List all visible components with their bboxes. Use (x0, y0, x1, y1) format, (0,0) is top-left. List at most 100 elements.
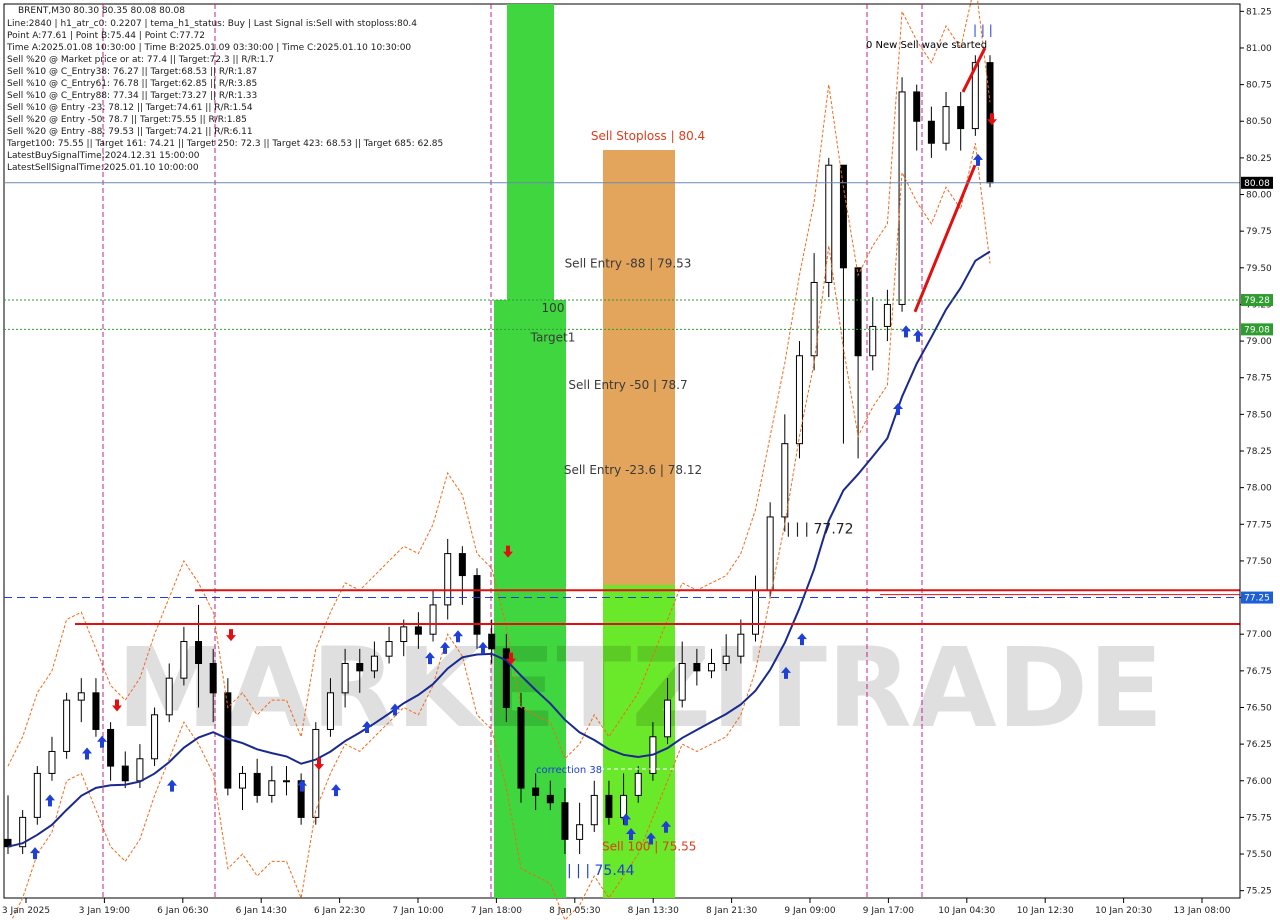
info-line: Point A:77.61 | Point B:75.44 | Point C:… (7, 31, 205, 41)
x-tick-label: 9 Jan 09:00 (784, 906, 836, 916)
correction-38-label: correction 38 (536, 765, 602, 776)
candle-body (195, 641, 203, 665)
candle-body (795, 355, 803, 445)
y-tick-label: 75.25 (1246, 887, 1272, 897)
x-tick-label: 8 Jan 13:30 (628, 906, 680, 916)
entry-23-label: Sell Entry -23.6 | 78.12 (564, 463, 702, 477)
candle-body (839, 164, 847, 269)
candle-body (282, 780, 290, 783)
x-tick-label: 7 Jan 18:00 (471, 906, 523, 916)
target1-label: Target1 (530, 330, 576, 344)
info-line: LatestBuySignalTime:2024.12.31 15:00:00 (7, 151, 200, 161)
candle-body (737, 633, 745, 657)
candle-body (869, 325, 877, 357)
orange-zone (603, 150, 675, 585)
candle-body (605, 794, 613, 818)
candle-body (576, 824, 584, 840)
stoploss-label: Sell Stoploss | 80.4 (591, 129, 705, 143)
info-line: Sell %20 @ Entry -50: 78.7 || Target:75.… (7, 115, 247, 125)
chart-root: MARKETZITRADE Sell Stoploss | 80.4 Sell E… (0, 0, 1280, 920)
y-tick-label: 78.25 (1246, 447, 1272, 457)
candle-body (708, 663, 716, 672)
entry-88-label: Sell Entry -88 | 79.53 (565, 256, 692, 270)
candle-body (370, 655, 378, 672)
candle-body (356, 663, 364, 672)
candle-body (927, 120, 935, 144)
candle-body (502, 648, 510, 708)
candle-body (751, 589, 759, 635)
point-c-label: | | | 77.72 (786, 522, 854, 538)
candle-body (209, 663, 217, 694)
candle-body (883, 303, 891, 327)
candle-body (854, 267, 862, 357)
price-badge-label: 80.08 (1244, 179, 1270, 189)
candle-body (546, 794, 554, 804)
candle-body (913, 91, 921, 122)
y-tick-label: 77.50 (1246, 557, 1272, 567)
x-tick-label: 8 Jan 05:30 (549, 906, 601, 916)
y-tick-label: 79.75 (1246, 227, 1272, 237)
x-tick-label: 3 Jan 2025 (2, 906, 50, 916)
info-line: Time A:2025.01.08 10:30:00 | Time B:2025… (6, 43, 411, 53)
y-tick-label: 78.00 (1246, 484, 1272, 494)
candle-body (942, 106, 950, 144)
candle-body (165, 677, 173, 716)
y-tick-label: 80.00 (1246, 191, 1272, 201)
symbol-line: BRENT,M30 80.30 80.35 80.08 80.08 (18, 6, 185, 16)
y-tick-label: 76.50 (1246, 703, 1272, 713)
candle-body (678, 663, 686, 701)
info-line: Sell %10 @ Entry -23: 78.12 || Target:74… (7, 103, 253, 113)
candle-body (92, 692, 100, 730)
chart-canvas[interactable]: MARKETZITRADE Sell Stoploss | 80.4Sell E… (0, 0, 1280, 920)
x-tick-label: 10 Jan 20:30 (1095, 906, 1152, 916)
candle-body (590, 794, 598, 826)
candle-body (48, 750, 56, 774)
price-badge-label: 79.28 (1244, 296, 1270, 306)
y-tick-label: 80.25 (1246, 154, 1272, 164)
candle-body (77, 692, 85, 701)
x-tick-label: 6 Jan 22:30 (314, 906, 366, 916)
candle-body (488, 633, 496, 650)
x-tick-label: 10 Jan 12:30 (1017, 906, 1074, 916)
y-tick-label: 80.75 (1246, 81, 1272, 91)
candle-body (429, 604, 437, 635)
entry-50-label: Sell Entry -50 | 78.7 (568, 378, 687, 392)
x-tick-label: 6 Jan 06:30 (157, 906, 209, 916)
y-tick-label: 77.75 (1246, 520, 1272, 530)
x-tick-label: 10 Jan 04:30 (938, 906, 995, 916)
candle-body (107, 728, 115, 767)
candle-body (414, 626, 422, 635)
candle-body (664, 699, 672, 738)
candle-body (532, 787, 540, 796)
info-line: LatestSellSignalTime:2025.01.10 10:00:00 (7, 163, 199, 173)
y-tick-label: 78.75 (1246, 374, 1272, 384)
green-zone-upper (507, 4, 554, 300)
candle-body (180, 641, 188, 679)
y-tick-label: 77.00 (1246, 630, 1272, 640)
candle-body (151, 714, 159, 760)
green-zone-lower (494, 300, 566, 898)
y-tick-label: 76.75 (1246, 667, 1272, 677)
candle-body (634, 772, 642, 796)
y-tick-label: 79.50 (1246, 264, 1272, 274)
price-badge-label: 79.08 (1244, 325, 1270, 335)
candle-body (63, 699, 71, 752)
x-tick-label: 8 Jan 21:30 (706, 906, 758, 916)
candle-body (517, 706, 525, 789)
candle-body (957, 106, 965, 130)
candle-body (473, 575, 481, 635)
candle-body (33, 772, 41, 818)
candle-body (341, 663, 349, 694)
candle-body (312, 728, 320, 818)
level-100-label: 100 (542, 301, 565, 315)
info-line: Target100: 75.55 || Target 161: 74.21 ||… (6, 139, 443, 149)
point-b-label: | | | 75.44 (567, 863, 635, 879)
candle-body (253, 772, 261, 796)
candle-body (766, 516, 774, 591)
candle-body (385, 641, 393, 657)
y-tick-label: 76.00 (1246, 777, 1272, 787)
y-tick-label: 81.25 (1246, 7, 1272, 17)
candle-body (810, 281, 818, 357)
top-marks-label: | | | (973, 23, 993, 37)
x-tick-label: 9 Jan 17:00 (863, 906, 915, 916)
